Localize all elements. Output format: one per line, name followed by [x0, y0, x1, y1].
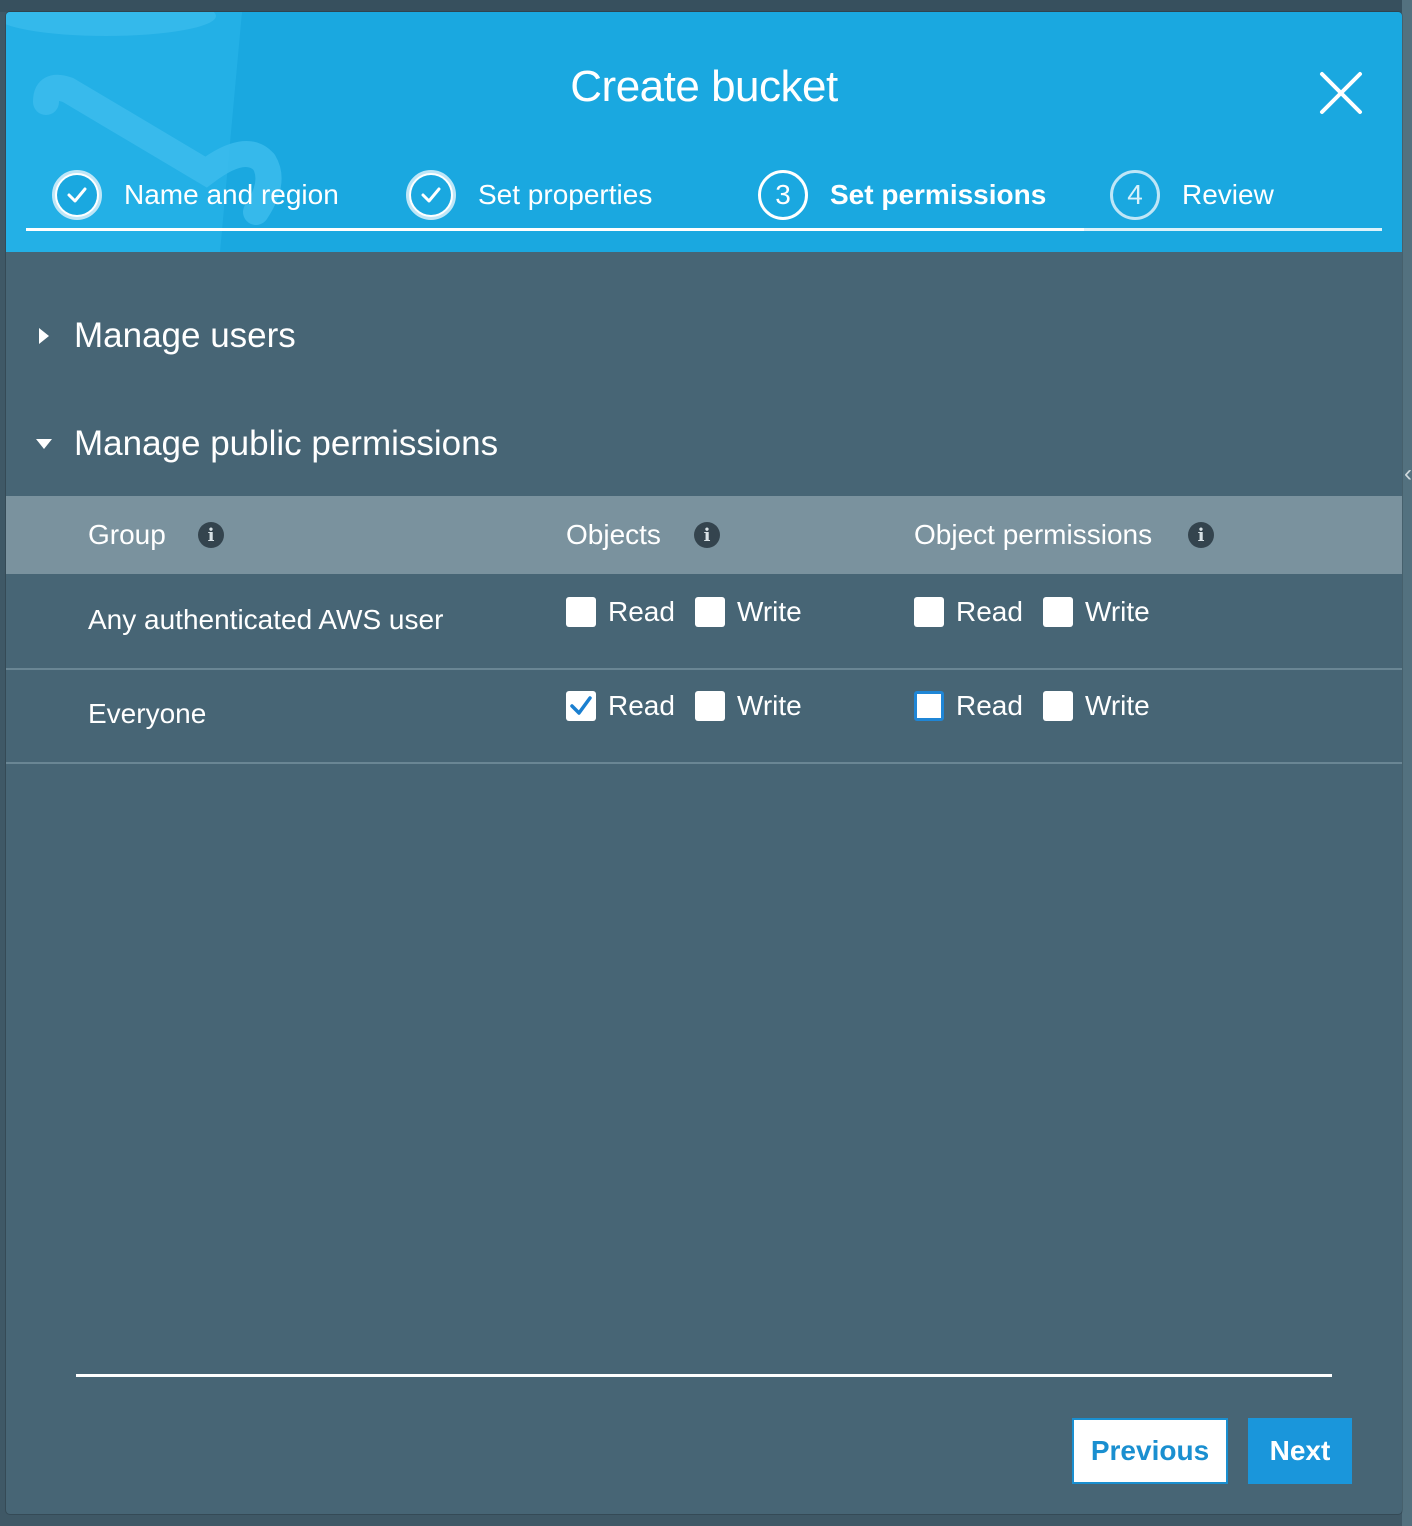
- section-title: Manage public permissions: [74, 424, 499, 463]
- manage-public-permissions-toggle[interactable]: Manage public permissions: [34, 424, 498, 464]
- dialog-title: Create bucket: [570, 62, 838, 111]
- objects-write-checkbox[interactable]: [694, 597, 725, 627]
- checkbox-label: Write: [736, 690, 802, 721]
- object-permissions-read-checkbox[interactable]: [914, 597, 944, 627]
- permissions-table-header: Group i Objects i Object permissions i: [6, 496, 1402, 574]
- page-backdrop-edge: [1402, 0, 1412, 1526]
- check-icon: [570, 696, 592, 715]
- step-label: Name and region: [124, 179, 339, 210]
- group-name: Any authenticated AWS user: [88, 604, 444, 635]
- step-number-badge: 4: [1110, 170, 1160, 220]
- step-number-badge: 3: [758, 170, 808, 220]
- object-permissions-write-checkbox[interactable]: [1042, 597, 1073, 627]
- info-icon[interactable]: i: [198, 522, 224, 548]
- objects-read-checkbox[interactable]: [566, 691, 596, 721]
- previous-button[interactable]: Previous: [1072, 1418, 1228, 1484]
- step-name-and-region[interactable]: Name and region: [52, 162, 339, 228]
- step-set-permissions[interactable]: 3 Set permissions: [758, 162, 1046, 228]
- object-permissions-read-checkbox[interactable]: [914, 691, 944, 721]
- check-icon: [52, 170, 102, 220]
- close-icon: [1320, 72, 1362, 114]
- table-row: Everyone Read Write Read Write: [6, 668, 1402, 764]
- section-title: Manage users: [74, 316, 296, 355]
- footer-divider: [76, 1374, 1332, 1377]
- close-button[interactable]: [1318, 70, 1364, 116]
- table-row: Any authenticated AWS user Read Write Re…: [6, 574, 1402, 670]
- column-header-objects: Objects: [566, 519, 661, 550]
- step-label: Review: [1182, 179, 1274, 210]
- caret-down-icon: [34, 438, 54, 450]
- step-label: Set properties: [478, 179, 653, 210]
- checkbox-label: Write: [736, 596, 802, 627]
- step-review[interactable]: 4 Review: [1110, 162, 1274, 228]
- checkbox-label: Write: [1084, 690, 1150, 721]
- manage-users-toggle[interactable]: Manage users: [34, 316, 296, 356]
- column-header-group: Group: [88, 519, 166, 550]
- page-backdrop: [0, 0, 1412, 12]
- objects-read-checkbox[interactable]: [566, 597, 596, 627]
- next-button[interactable]: Next: [1248, 1418, 1352, 1484]
- info-icon[interactable]: i: [1188, 522, 1214, 548]
- checkbox-label: Read: [956, 690, 1023, 721]
- step-set-properties[interactable]: Set properties: [406, 162, 652, 228]
- column-header-object-permissions: Object permissions: [914, 519, 1153, 550]
- create-bucket-dialog: Create bucket Name and region Set proper…: [6, 12, 1402, 1514]
- wizard-steps: Name and region Set properties 3 Set per…: [26, 162, 1382, 232]
- object-permissions-write-checkbox[interactable]: [1042, 691, 1073, 721]
- group-name: Everyone: [88, 698, 207, 729]
- check-icon: [406, 170, 456, 220]
- objects-permissions: Read Write: [566, 690, 822, 722]
- info-icon[interactable]: i: [694, 522, 720, 548]
- background-glyph: ‹: [1404, 460, 1412, 487]
- checkbox-label: Write: [1084, 596, 1150, 627]
- objects-write-checkbox[interactable]: [694, 691, 725, 721]
- object-permissions-permissions: Read Write: [914, 596, 1170, 628]
- objects-permissions: Read Write: [566, 596, 822, 628]
- steps-progress-active: [26, 228, 1084, 231]
- checkbox-label: Read: [608, 690, 675, 721]
- checkbox-label: Read: [956, 596, 1023, 627]
- step-label: Set permissions: [830, 179, 1047, 210]
- caret-right-icon: [34, 327, 54, 345]
- checkbox-label: Read: [608, 596, 675, 627]
- dialog-header: Create bucket Name and region Set proper…: [6, 12, 1402, 252]
- object-permissions-permissions: Read Write: [914, 690, 1170, 722]
